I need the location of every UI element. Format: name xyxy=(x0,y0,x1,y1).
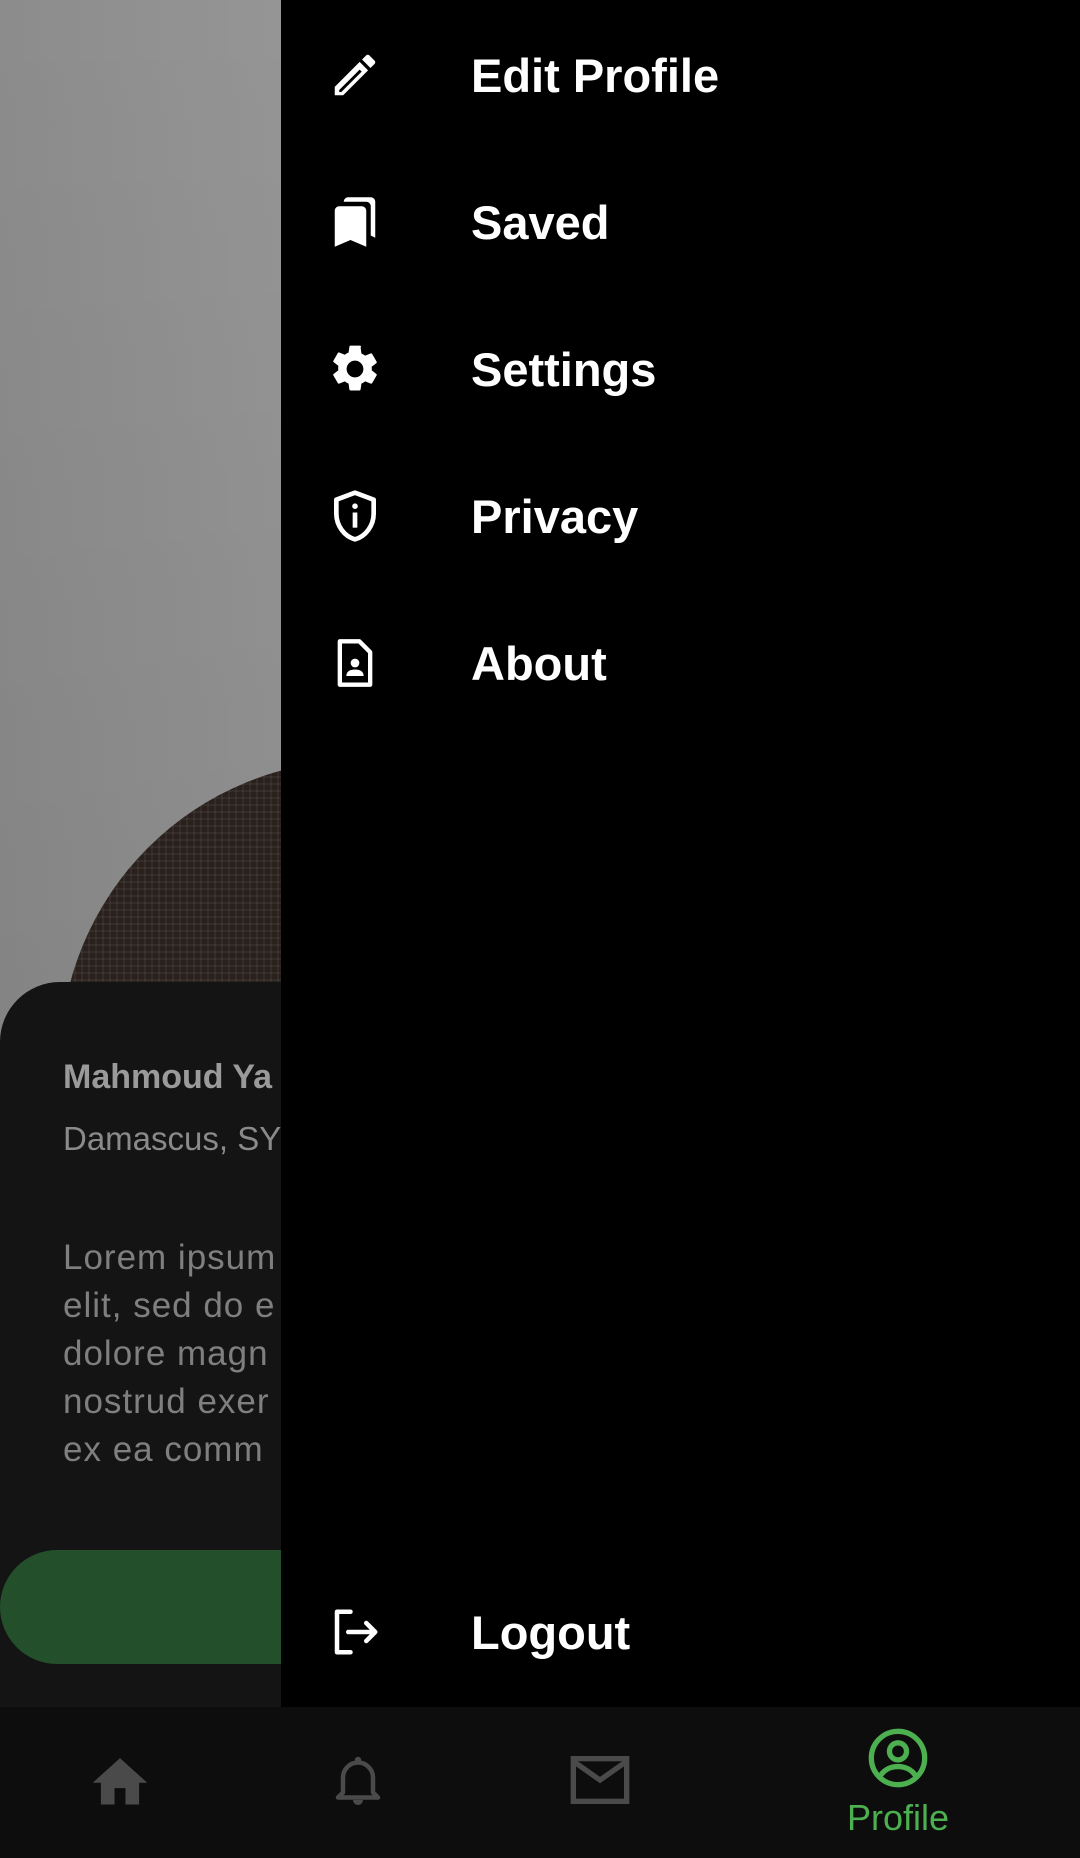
shield-info-icon xyxy=(327,488,383,544)
menu-item-label: Settings xyxy=(471,342,657,396)
bookmarks-icon xyxy=(327,194,383,250)
bio-line: Lorem ipsum xyxy=(63,1238,277,1277)
profile-location: Damascus, SY xyxy=(63,1120,282,1157)
bio-line: ex ea comm xyxy=(63,1430,264,1469)
profile-icon xyxy=(866,1726,930,1795)
menu-item-label: Privacy xyxy=(471,489,639,543)
menu-item-label: Logout xyxy=(471,1605,631,1659)
nav-messages[interactable] xyxy=(540,1707,660,1858)
logout-icon xyxy=(327,1604,383,1660)
menu-item-logout[interactable]: Logout xyxy=(281,1572,1080,1692)
menu-item-label: Saved xyxy=(471,195,610,249)
navigation-drawer: Edit Profile Saved Settings Privacy Abou… xyxy=(281,0,1080,1707)
bottom-navigation: Profile xyxy=(0,1707,1080,1858)
home-icon xyxy=(87,1750,153,1815)
nav-profile-label: Profile xyxy=(846,1797,950,1838)
profile-name: Mahmoud Ya xyxy=(63,1058,273,1096)
menu-item-label: Edit Profile xyxy=(471,48,720,102)
menu-item-privacy[interactable]: Privacy xyxy=(281,456,1080,576)
gear-icon xyxy=(327,341,383,397)
menu-item-saved[interactable]: Saved xyxy=(281,162,1080,282)
mail-icon xyxy=(568,1753,632,1812)
nav-notifications[interactable] xyxy=(298,1707,418,1858)
bio-line: dolore magn xyxy=(63,1334,269,1373)
menu-item-label: About xyxy=(471,636,607,690)
profile-bio: Lorem ipsum elit, sed do e dolore magn n… xyxy=(63,1234,276,1474)
menu-item-about[interactable]: About xyxy=(281,603,1080,723)
menu-item-edit-profile[interactable]: Edit Profile xyxy=(281,15,1080,135)
contact-page-icon xyxy=(327,635,383,691)
menu-item-settings[interactable]: Settings xyxy=(281,309,1080,429)
nav-home[interactable] xyxy=(60,1707,180,1858)
bio-line: nostrud exer xyxy=(63,1382,270,1421)
pencil-icon xyxy=(327,47,383,103)
nav-profile[interactable]: Profile xyxy=(828,1707,968,1858)
bio-line: elit, sed do e xyxy=(63,1286,276,1325)
bell-icon xyxy=(328,1748,388,1817)
